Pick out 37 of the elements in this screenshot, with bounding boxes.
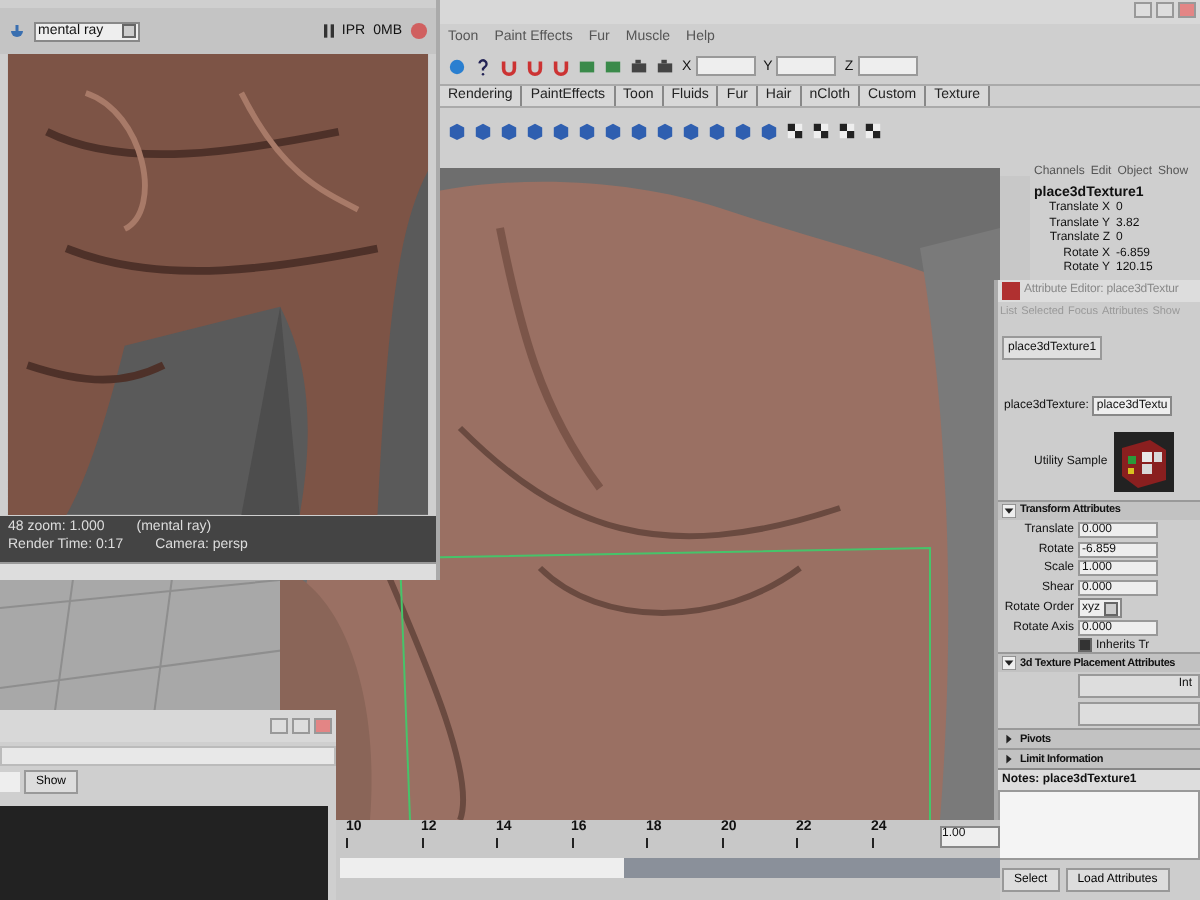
expand-arrow-icon[interactable] (1002, 732, 1016, 747)
expand-arrow-icon[interactable] (1002, 752, 1016, 767)
horizontal-scrollbar[interactable] (0, 562, 436, 580)
maximize-button[interactable] (1156, 2, 1174, 18)
tick-mark (646, 838, 648, 848)
range-slider[interactable] (340, 858, 1000, 878)
notes-field[interactable] (998, 790, 1200, 860)
square-icon[interactable] (604, 57, 622, 75)
minimize-button[interactable] (1134, 2, 1152, 18)
checkbox[interactable] (1078, 638, 1092, 653)
app-icon (1002, 281, 1020, 300)
text-field[interactable] (0, 772, 20, 792)
checker-icon[interactable] (812, 121, 830, 139)
tick-mark (496, 838, 498, 848)
render-icon[interactable] (410, 22, 428, 41)
collapse-arrow-icon[interactable] (1002, 503, 1016, 518)
coordinate-field[interactable] (695, 56, 756, 76)
input-field[interactable] (0, 746, 336, 766)
tick-mark (571, 838, 573, 848)
tick-mark (796, 838, 798, 848)
tick-mark (421, 838, 423, 848)
maximize-button[interactable] (292, 718, 310, 734)
pause-icon[interactable] (323, 22, 334, 41)
tick-mark (871, 838, 873, 848)
checker-icon[interactable] (864, 121, 882, 139)
tick-mark (721, 838, 723, 848)
coordinate-field[interactable] (776, 56, 837, 76)
question-icon[interactable] (474, 57, 492, 75)
checker-icon[interactable] (786, 121, 804, 139)
minimize-button[interactable] (270, 718, 288, 734)
tick-mark (346, 838, 348, 848)
square-icon[interactable] (578, 57, 596, 75)
placement-button[interactable] (1078, 702, 1200, 727)
checker-icon[interactable] (838, 121, 856, 139)
coordinate-field[interactable] (857, 56, 918, 76)
collapse-arrow-icon[interactable] (1002, 656, 1016, 671)
sphere-icon[interactable] (448, 57, 466, 75)
